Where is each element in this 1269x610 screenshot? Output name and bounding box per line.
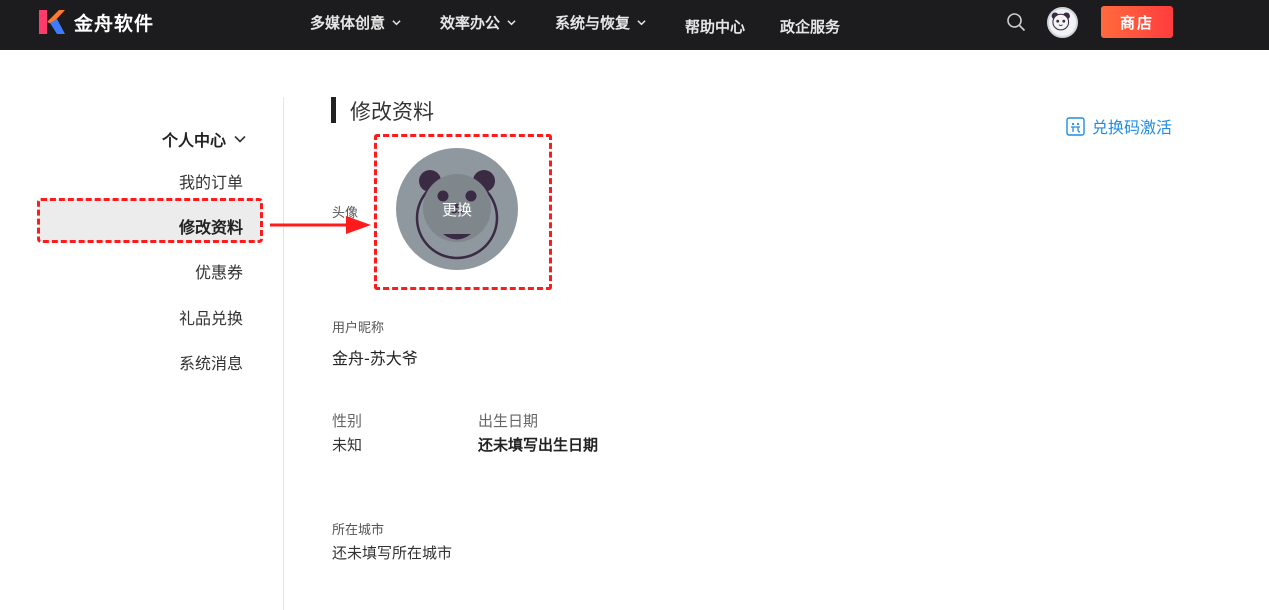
city-value[interactable]: 还未填写所在城市 xyxy=(332,542,452,563)
sidebar-divider xyxy=(283,97,284,610)
brand[interactable]: 金舟软件 xyxy=(38,8,154,36)
sidebar-item-coupons[interactable]: 优惠券 xyxy=(195,259,243,283)
avatar-label: 头像 xyxy=(332,206,359,221)
birthday-value[interactable]: 还未填写出生日期 xyxy=(478,434,598,455)
nav-label: 政企服务 xyxy=(780,17,841,36)
nav-label: 帮助中心 xyxy=(685,17,746,36)
nav-system-recovery[interactable]: 系统与恢复 xyxy=(555,0,646,47)
brand-logo-icon xyxy=(39,10,65,34)
sidebar-item-orders[interactable]: 我的订单 xyxy=(179,169,243,193)
nickname-label: 用户昵称 xyxy=(332,321,385,336)
city-label: 所在城市 xyxy=(332,523,385,538)
nav-multimedia[interactable]: 多媒体创意 xyxy=(310,0,401,47)
sidebar-title-label: 个人中心 xyxy=(162,131,227,150)
nav-label: 效率办公 xyxy=(440,13,501,32)
birthday-label: 出生日期 xyxy=(478,412,539,430)
title-accent-bar xyxy=(331,97,336,123)
page-title: 修改资料 xyxy=(350,100,434,124)
sidebar-item-gift-redeem[interactable]: 礼品兑换 xyxy=(179,305,243,329)
gender-label: 性别 xyxy=(332,412,363,430)
shop-button[interactable]: 商店 xyxy=(1101,6,1173,38)
nav-label: 系统与恢复 xyxy=(555,13,631,32)
highlight-box-avatar xyxy=(374,134,552,290)
sidebar-title[interactable]: 个人中心 xyxy=(162,127,246,151)
redeem-label: 兑换码激活 xyxy=(1092,118,1173,137)
nav-office[interactable]: 效率办公 xyxy=(440,0,516,47)
chevron-down-icon xyxy=(507,19,516,25)
nav-enterprise[interactable]: 政企服务 xyxy=(780,1,840,51)
chevron-down-icon xyxy=(637,19,646,25)
sidebar-item-system-messages[interactable]: 系统消息 xyxy=(179,350,243,374)
nav-help-center[interactable]: 帮助中心 xyxy=(685,1,745,51)
highlight-box-sidebar xyxy=(37,198,263,243)
redeem-icon xyxy=(1066,116,1085,136)
user-avatar-icon[interactable] xyxy=(1047,7,1078,38)
search-icon[interactable] xyxy=(1006,12,1026,32)
nav-label: 多媒体创意 xyxy=(310,13,386,32)
chevron-down-icon xyxy=(392,19,401,25)
gender-value[interactable]: 未知 xyxy=(332,434,362,455)
redeem-code-link[interactable]: 兑换码激活 xyxy=(1066,114,1172,138)
top-navigation-bar: 金舟软件 多媒体创意 效率办公 系统与恢复 帮助中心 政企服务 商店 xyxy=(0,0,1269,50)
chevron-down-icon xyxy=(234,135,246,143)
brand-name: 金舟软件 xyxy=(74,12,155,35)
nickname-value[interactable]: 金舟-苏大爷 xyxy=(332,345,418,369)
